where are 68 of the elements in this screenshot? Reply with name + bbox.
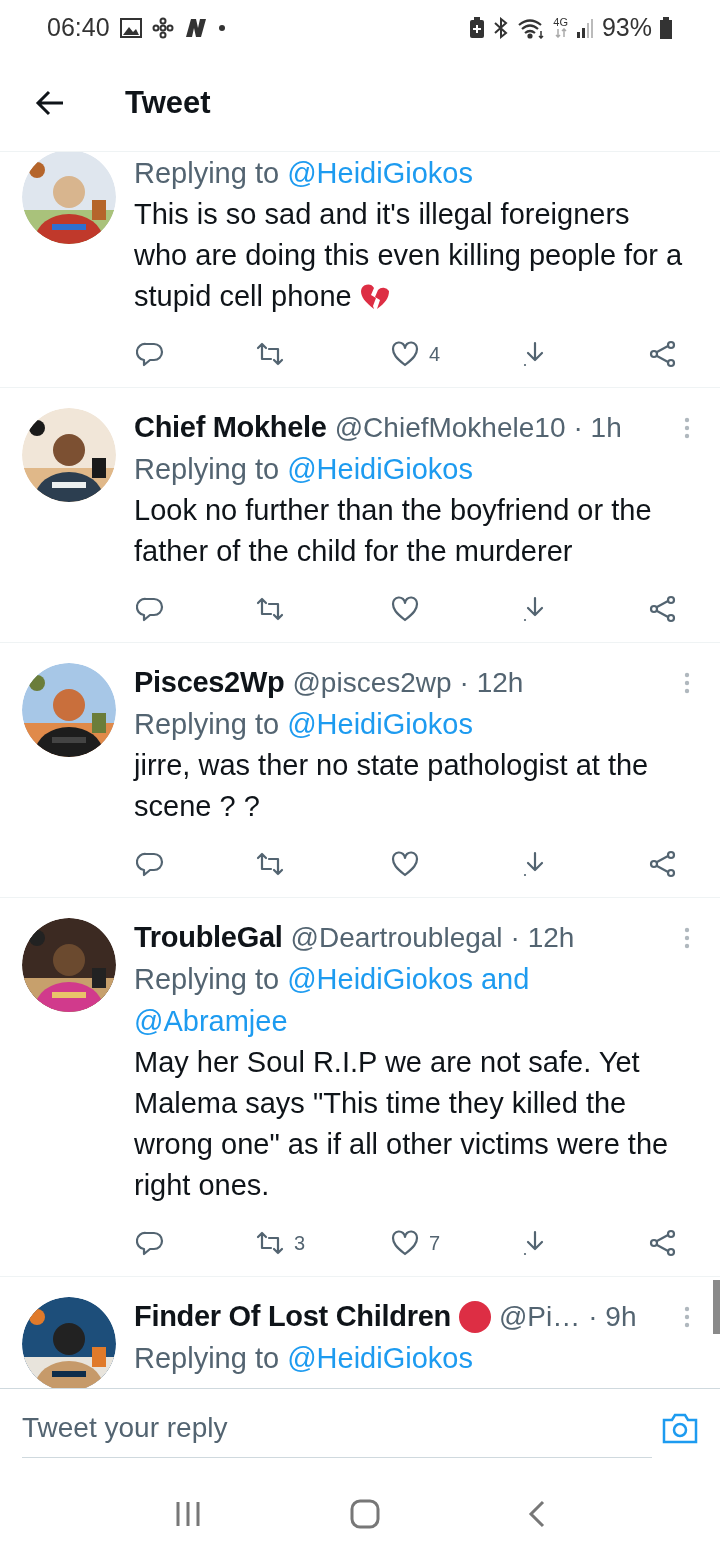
battery-percent: 93% (601, 11, 652, 43)
fan-icon (151, 16, 174, 39)
retweet-icon (256, 850, 284, 878)
bluetooth-icon (493, 16, 510, 39)
tweet-time: · 1h (573, 411, 622, 445)
tweet-time: · 12h (459, 666, 524, 700)
replying-to-text: Replying to @HeidiGiokos and @Abramjee (134, 962, 531, 1039)
heart-icon (391, 340, 419, 368)
replying-to-text: Replying to @HeidiGiokos (134, 156, 474, 191)
share-button[interactable] (649, 849, 677, 879)
share-icon (649, 340, 677, 368)
like-button[interactable]: 4 (391, 339, 441, 369)
tweet-text: Look no further than the boyfriend or the father of the child for the murderer (134, 493, 653, 569)
author-name[interactable]: TroubleGal (134, 916, 283, 960)
retweet-button[interactable]: 3 (256, 1228, 306, 1258)
share-icon (649, 850, 677, 878)
share-icon (649, 595, 677, 623)
tweet-time: · 9h (588, 1300, 637, 1334)
retweet-icon (256, 340, 284, 368)
author-name[interactable]: Chief Mokhele (134, 406, 327, 450)
author-name[interactable]: Finder Of Lost Children (134, 1295, 451, 1339)
page-title: Tweet (125, 83, 211, 122)
home-icon[interactable] (350, 1498, 380, 1529)
share-button[interactable] (649, 1228, 677, 1258)
app-icon (183, 17, 208, 38)
like-button[interactable] (391, 849, 419, 879)
data-arrows-icon (553, 28, 568, 38)
share-icon (649, 1229, 677, 1257)
replying-to-text: Replying to @HeidiGiokos (134, 1341, 474, 1376)
wifi-icon (517, 16, 546, 39)
tweet-text: This is so sad and it's illegal foreigners who are doing this even killing people for a stupid cell phone (134, 197, 684, 314)
signal-icon (575, 17, 594, 38)
dot-icon (217, 23, 226, 32)
like-button[interactable] (391, 594, 419, 624)
like-button[interactable]: 7 (391, 1228, 441, 1258)
tweet-time: · 12h (510, 921, 575, 955)
retweet-icon (256, 1229, 284, 1257)
battery-icon (660, 16, 672, 39)
battery-saver-icon (469, 16, 486, 39)
recent-apps-icon[interactable] (174, 1500, 202, 1527)
back-arrow-icon (35, 90, 65, 116)
heart-icon (391, 1229, 419, 1257)
reply-field[interactable]: Tweet your reply (22, 1398, 652, 1458)
tweet-text: May her Soul R.I.P we are not safe. Yet Malema says "This time they killed the wrong one" as if all other victims were the right ones. (134, 1045, 670, 1203)
reply-icon (136, 595, 164, 623)
replying-to-text: Replying to @HeidiGiokos (134, 452, 474, 487)
heart-icon (391, 850, 419, 878)
heart-icon (391, 595, 419, 623)
author-handle: @Pi… (498, 1300, 581, 1334)
image-icon (119, 17, 142, 38)
network-type: 4G (553, 17, 568, 28)
broken-heart-icon (359, 282, 390, 310)
scrollbar-thumb[interactable] (713, 1280, 720, 1334)
retweet-icon (256, 595, 284, 623)
camera-icon[interactable] (662, 1412, 698, 1444)
share-button[interactable] (649, 594, 677, 624)
author-handle: @pisces2wp (292, 666, 452, 700)
replying-to-text: Replying to @HeidiGiokos (134, 707, 474, 742)
back-icon[interactable] (528, 1499, 546, 1528)
reply-icon (136, 340, 164, 368)
share-button[interactable] (649, 339, 677, 369)
author-name[interactable]: Pisces2Wp (134, 661, 285, 705)
reply-icon (136, 850, 164, 878)
clock: 06:40 (47, 11, 110, 43)
tweet-text: jirre, was ther no state pathologist at the scene ? ? (134, 748, 650, 824)
reply-icon (136, 1229, 164, 1257)
author-handle: @Deartroublegal (290, 921, 503, 955)
author-handle: @ChiefMokhele10 (334, 411, 566, 445)
